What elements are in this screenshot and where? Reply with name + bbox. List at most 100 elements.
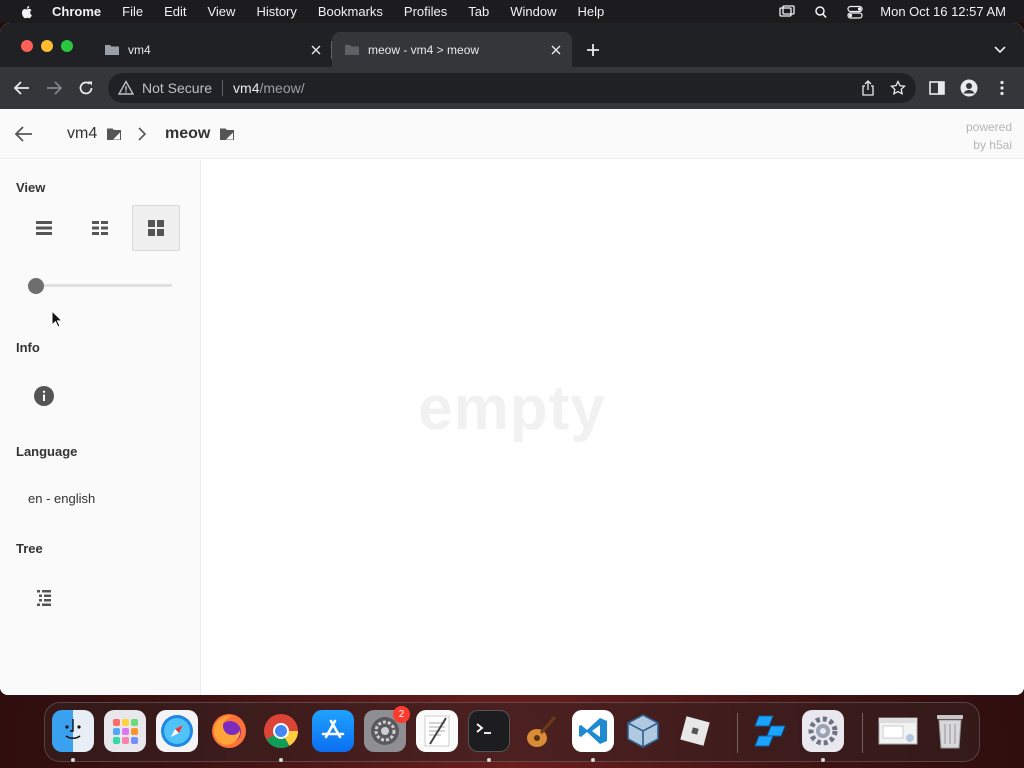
- app-store-icon[interactable]: [312, 710, 354, 752]
- breadcrumb-label: meow: [165, 125, 211, 142]
- tab-search-chevron-down-icon[interactable]: [990, 40, 1010, 60]
- view-details-button[interactable]: [20, 205, 68, 251]
- firefox-icon[interactable]: [208, 710, 250, 752]
- system-preferences-icon[interactable]: 2: [364, 706, 410, 752]
- running-indicator: [821, 758, 825, 762]
- share-icon[interactable]: [860, 80, 876, 96]
- roblox-studio-icon[interactable]: [750, 710, 792, 752]
- window-zoom-button[interactable]: [61, 40, 73, 52]
- info-section-title: Info: [16, 340, 40, 355]
- mouse-cursor-icon: [51, 310, 63, 328]
- breadcrumb-item-meow[interactable]: meow: [165, 125, 235, 143]
- window-close-button[interactable]: [21, 40, 33, 52]
- warning-triangle-icon[interactable]: [118, 80, 134, 96]
- menu-history[interactable]: History: [256, 4, 296, 19]
- security-status-label[interactable]: Not Secure: [142, 80, 212, 96]
- menu-bookmarks[interactable]: Bookmarks: [318, 4, 383, 19]
- folder-icon: [220, 128, 235, 140]
- menu-profiles[interactable]: Profiles: [404, 4, 447, 19]
- notification-badge: 2: [393, 706, 410, 723]
- chrome-icon[interactable]: [260, 710, 302, 752]
- reload-icon[interactable]: [76, 78, 96, 98]
- vscode-icon[interactable]: [572, 710, 614, 752]
- menu-tab[interactable]: Tab: [468, 4, 489, 19]
- browser-window: vm4 meow - vm4 > meow Not Secure vm4 /me…: [0, 23, 1024, 695]
- garageband-icon[interactable]: [520, 710, 562, 752]
- url-path: /meow/: [259, 80, 305, 96]
- menu-window[interactable]: Window: [510, 4, 556, 19]
- settings-icon[interactable]: [802, 710, 844, 752]
- terminal-icon[interactable]: [468, 710, 510, 752]
- icon-size-slider-thumb[interactable]: [28, 278, 44, 294]
- dock-divider: [862, 713, 863, 753]
- breadcrumb-item-vm4[interactable]: vm4: [67, 125, 122, 143]
- trash-icon[interactable]: [929, 710, 971, 752]
- tab-title: vm4: [128, 42, 151, 57]
- menubar-clock[interactable]: Mon Oct 16 12:57 AM: [880, 4, 1006, 19]
- screenshot-icon[interactable]: [877, 710, 919, 752]
- empty-folder-placeholder: empty: [418, 374, 606, 443]
- browser-toolbar: Not Secure vm4/meow/: [0, 67, 1024, 109]
- tree-toggle-button[interactable]: [32, 586, 56, 610]
- menu-view[interactable]: View: [207, 4, 235, 19]
- menu-file[interactable]: File: [122, 4, 143, 19]
- address-bar[interactable]: Not Secure vm4/meow/: [108, 73, 916, 103]
- spotlight-search-icon[interactable]: [813, 5, 829, 19]
- grid-view-icon: [92, 221, 108, 235]
- side-panel-icon[interactable]: [927, 78, 947, 98]
- forward-arrow-icon[interactable]: [44, 78, 64, 98]
- more-menu-kebab-icon[interactable]: [992, 78, 1012, 98]
- textedit-icon[interactable]: [416, 710, 458, 752]
- tree-section-title: Tree: [16, 541, 43, 556]
- view-section-title: View: [16, 180, 46, 195]
- view-grid-button[interactable]: [76, 205, 124, 251]
- powered-by-h5ai-link[interactable]: powered by h5ai: [966, 118, 1012, 154]
- breadcrumb-label: vm4: [67, 125, 98, 142]
- list-view-icon: [36, 221, 52, 235]
- running-indicator: [487, 758, 491, 762]
- folder-icon: [107, 128, 122, 140]
- new-tab-plus-icon[interactable]: [583, 40, 603, 60]
- control-center-icon[interactable]: [847, 5, 863, 19]
- url-host: vm4: [233, 80, 260, 96]
- powered-by-line1: powered: [965, 120, 1012, 134]
- launchpad-icon[interactable]: [104, 710, 146, 752]
- tab-strip: vm4 meow - vm4 > meow: [0, 23, 1024, 67]
- virtualbox-icon[interactable]: [622, 710, 664, 752]
- running-indicator: [71, 758, 75, 762]
- menu-app-name[interactable]: Chrome: [52, 4, 101, 19]
- sidebar: View Info Language en - english Tree: [0, 160, 201, 695]
- menu-help[interactable]: Help: [578, 4, 605, 19]
- page-content: vm4 meow powered by h5ai View Info Langu…: [0, 109, 1024, 695]
- tab-title: meow - vm4 > meow: [368, 42, 480, 57]
- tab-vm4[interactable]: vm4: [92, 32, 332, 67]
- info-toggle-button[interactable]: [32, 384, 56, 408]
- view-icons-button[interactable]: [132, 205, 180, 251]
- tree-list-icon: [37, 590, 51, 606]
- apple-icon[interactable]: [20, 5, 34, 19]
- back-arrow-icon[interactable]: [14, 124, 34, 144]
- icon-size-slider-track[interactable]: [34, 284, 172, 287]
- window-minimize-button[interactable]: [41, 40, 53, 52]
- h5ai-topbar: vm4 meow powered by h5ai: [0, 109, 1024, 159]
- icons-view-icon: [148, 220, 164, 236]
- breadcrumb-chevron-right-icon: [138, 127, 147, 141]
- bookmark-star-icon[interactable]: [890, 80, 906, 96]
- safari-icon[interactable]: [156, 710, 198, 752]
- roblox-icon[interactable]: [674, 710, 716, 752]
- running-indicator: [279, 758, 283, 762]
- tab-meow[interactable]: meow - vm4 > meow: [332, 32, 572, 67]
- powered-by-line2: by h5ai: [973, 138, 1012, 152]
- folder-favicon-icon: [345, 44, 359, 55]
- screen-mirroring-icon[interactable]: [779, 4, 795, 19]
- menu-edit[interactable]: Edit: [164, 4, 186, 19]
- menu-bar: Chrome File Edit View History Bookmarks …: [0, 0, 1024, 23]
- language-select[interactable]: en - english: [28, 491, 95, 506]
- back-arrow-icon[interactable]: [12, 78, 32, 98]
- tab-close-icon[interactable]: [546, 40, 566, 60]
- dock: 2: [44, 702, 980, 762]
- finder-icon[interactable]: [52, 710, 94, 752]
- tab-close-icon[interactable]: [306, 40, 326, 60]
- profile-avatar-icon[interactable]: [959, 78, 979, 98]
- folder-favicon-icon: [105, 44, 119, 55]
